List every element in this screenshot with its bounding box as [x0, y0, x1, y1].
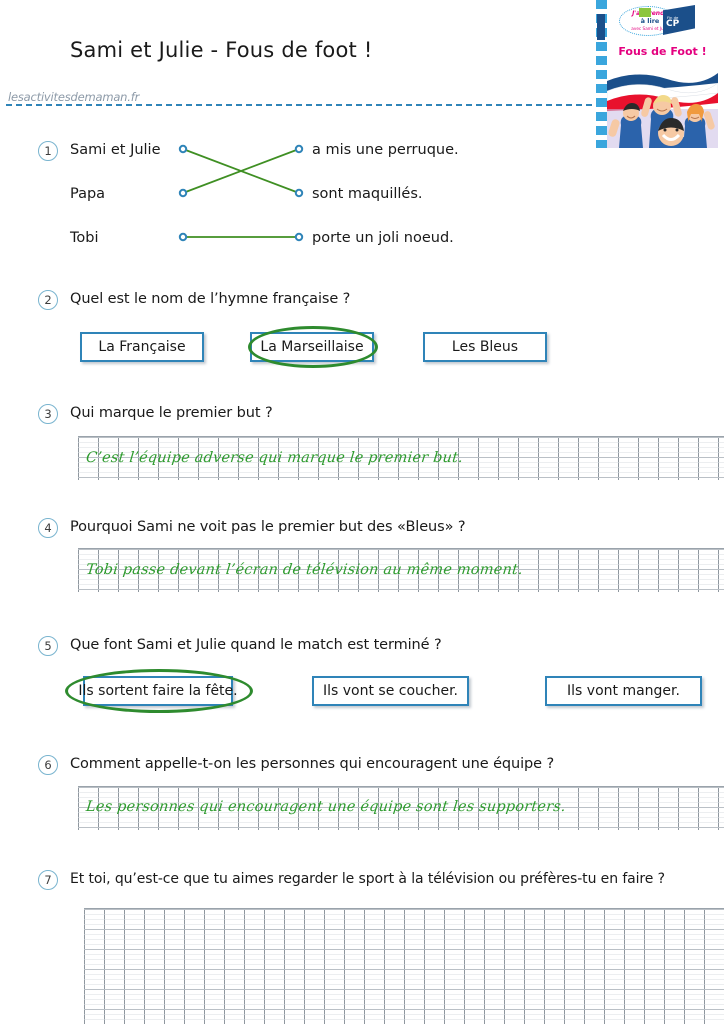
answer-option-2-1[interactable]: La Marseillaise [250, 332, 374, 362]
worksheet-page: Sami et Julie - Fous de foot ! lesactivi… [0, 0, 724, 1024]
match-right-item-0[interactable]: a mis une perruque. [312, 142, 459, 158]
question-number-2: 2 [38, 290, 58, 310]
question-number-3: 3 [38, 404, 58, 424]
page-title: Sami et Julie - Fous de foot ! [70, 38, 373, 62]
question-prompt-4: Pourquoi Sami ne voit pas le premier but… [70, 519, 466, 535]
book-cover-body: J'apprends à lire avec Sami et Julie Fin… [607, 0, 718, 148]
question-number-5: 5 [38, 636, 58, 656]
book-spine-tab [597, 14, 605, 40]
level-value: CP [666, 19, 680, 29]
question-prompt-5: Que font Sami et Julie quand le match es… [70, 637, 442, 653]
matching-lines [178, 144, 304, 242]
question-prompt-2: Quel est le nom de l’hymne française ? [70, 291, 351, 307]
pennant-flag-icon [639, 8, 651, 17]
question-number-6: 6 [38, 755, 58, 775]
handwritten-answer-3: C’est l’équipe adverse qui marque le pre… [85, 450, 464, 466]
writing-grid-7[interactable] [84, 908, 724, 1024]
question-number-4: 4 [38, 518, 58, 538]
match-right-item-2[interactable]: porte un joli noeud. [312, 230, 454, 246]
match-left-item-1[interactable]: Papa [70, 186, 105, 202]
match-left-item-0[interactable]: Sami et Julie [70, 142, 161, 158]
book-spine [596, 0, 607, 148]
question-prompt-3: Qui marque le premier but ? [70, 405, 273, 421]
answer-option-2-0[interactable]: La Française [80, 332, 204, 362]
answer-option-5-0[interactable]: Ils sortent faire la fête. [78, 676, 238, 706]
question-prompt-7: Et toi, qu’est-ce que tu aimes regarder … [70, 871, 665, 887]
book-cover-thumbnail: J'apprends à lire avec Sami et Julie Fin… [596, 0, 718, 148]
answer-option-5-2[interactable]: Ils vont manger. [545, 676, 702, 706]
book-cover-illustration [607, 63, 718, 148]
question-number-7: 7 [38, 870, 58, 890]
match-left-item-2[interactable]: Tobi [70, 230, 99, 246]
question-number-1: 1 [38, 141, 58, 161]
site-watermark: lesactivitesdemaman.fr [8, 90, 140, 104]
book-title: Fous de Foot ! [618, 45, 707, 58]
answer-option-2-2[interactable]: Les Bleus [423, 332, 547, 362]
match-right-item-1[interactable]: sont maquillés. [312, 186, 423, 202]
handwritten-answer-4: Tobi passe devant l’écran de télévision … [85, 562, 524, 578]
question-prompt-6: Comment appelle-t-on les personnes qui e… [70, 756, 555, 772]
handwritten-answer-6: Les personnes qui encouragent une équipe… [85, 799, 567, 815]
answer-option-5-1[interactable]: Ils vont se coucher. [312, 676, 469, 706]
book-series-badge: J'apprends à lire avec Sami et Julie Fin… [619, 5, 695, 38]
